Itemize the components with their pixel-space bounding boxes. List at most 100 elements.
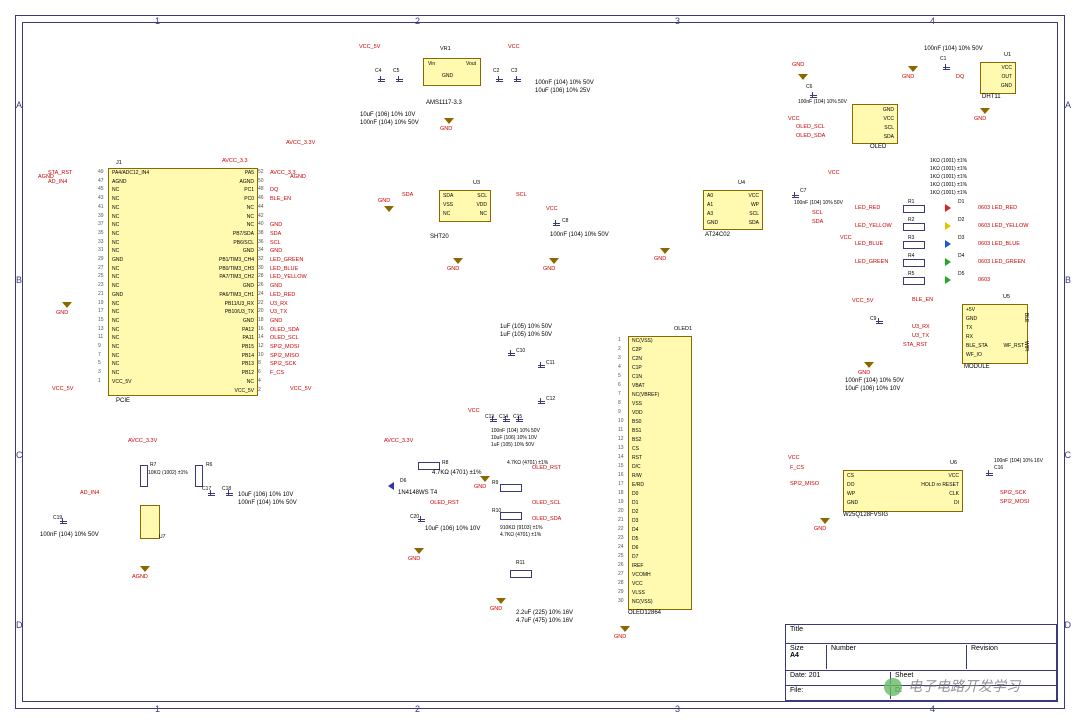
vr1-gnd-lbl: GND — [440, 126, 452, 132]
c1-ref: C1 — [940, 56, 946, 62]
r8-ref: R8 — [442, 460, 448, 466]
tb-size-l: Size — [790, 645, 804, 652]
c16 — [988, 470, 990, 476]
c9-note2: 10uF (106) 10% 10V — [845, 386, 900, 392]
u6-r2: HOLD ro RESET — [921, 482, 959, 488]
vr1-part: AMS1117-3.3 — [426, 100, 462, 106]
c8-note: 100nF (104) 10% 50V — [550, 232, 609, 238]
u7-ref: U7 — [159, 534, 165, 540]
r10-ref: R10 — [492, 508, 501, 514]
u5-side1: BLE — [1023, 313, 1029, 322]
ic-u1: VCC OUT GND — [980, 62, 1016, 94]
tb-size: A4 — [790, 652, 799, 659]
c1 — [945, 64, 947, 70]
c3-ref: C3 — [511, 68, 517, 74]
tb-date-l: Date: — [790, 672, 807, 679]
u5-n2: U3_RX — [912, 324, 930, 330]
ob-gnd3l: GND — [614, 634, 626, 640]
c8 — [555, 220, 557, 226]
u5-n3: U3_TX — [912, 333, 929, 339]
u1-gnd2-lbl: GND — [974, 116, 986, 122]
u5-gndl: GND — [858, 370, 870, 376]
vr1-vout: Vout — [466, 61, 476, 67]
ob-ref: OLED1 — [674, 326, 692, 332]
c2-ref: C2 — [493, 68, 499, 74]
R2 — [903, 223, 925, 231]
u3-ref: U3 — [473, 180, 480, 186]
oa-agnd — [140, 566, 150, 572]
j1-gndl: GND — [56, 310, 68, 316]
r11 — [510, 570, 532, 578]
u3-gnd3 — [549, 258, 559, 264]
c11-note: 1uF (105) 10% 50V — [500, 332, 552, 338]
oa-agndl: AGND — [132, 574, 148, 580]
r6 — [195, 465, 203, 487]
u4-r4: SDA — [749, 220, 759, 226]
u6-nl1: F_CS — [790, 465, 804, 471]
r8-note: 4.7KΩ (4701) ±1% — [432, 470, 481, 476]
u4-r1: VCC — [748, 193, 759, 199]
oh-gndl: GND — [792, 62, 804, 68]
u6-nr2: SPI2_MOSI — [1000, 499, 1029, 505]
c20-note: 10uF (106) 10% 10V — [425, 526, 480, 532]
u4-gnd — [660, 248, 670, 254]
c17-ref: C17 — [202, 486, 211, 492]
cap225: 2.2uF (225) 10% 16V — [516, 610, 573, 616]
c10-note: 1uF (105) 10% 50V — [500, 324, 552, 330]
c12-ref: C12 — [546, 396, 555, 402]
u5-l4: RX — [966, 334, 973, 340]
ob-gnd3 — [620, 626, 630, 632]
u4-vcc: VCC — [828, 170, 840, 176]
ob-gnd1l: GND — [474, 484, 486, 490]
c7 — [794, 192, 796, 198]
tb-date: 201 — [809, 672, 821, 679]
cap475: 4.7uF (475) 10% 16V — [516, 618, 573, 624]
u6-vcc: VCC — [788, 455, 800, 461]
c18-ref: C18 — [222, 486, 231, 492]
u5-l1: +5V — [966, 307, 975, 313]
watermark: 电子电路开发学习 — [884, 676, 1020, 696]
c6-ref: C6 — [806, 84, 812, 90]
u6-l1: CS — [847, 473, 854, 479]
j1-vcc5v-r: VCC_5V — [290, 386, 311, 392]
col-4-top: 4 — [930, 16, 935, 26]
c4-ref: C4 — [375, 68, 381, 74]
u5-ref: U5 — [1003, 294, 1010, 300]
oh-p4: SDA — [884, 134, 894, 140]
ob-gnd2l: GND — [490, 606, 502, 612]
vr1-gnd: GND — [442, 73, 453, 79]
r9-note: 4.7KΩ (4701) ±1% — [507, 460, 548, 466]
c3-note: 10uF (106) 10% 25V — [535, 88, 590, 94]
c9-ref: C9 — [870, 316, 876, 322]
u4-l3: A3 — [707, 211, 713, 217]
oh-ref: OLED — [870, 144, 886, 150]
c19-ref: C19 — [53, 515, 62, 521]
col-3-top: 3 — [675, 16, 680, 26]
c15-ref: C15 — [513, 414, 522, 420]
u6-r1: VCC — [948, 473, 959, 479]
u3-l3: NC — [443, 211, 450, 217]
j1-agnd: AGND — [38, 174, 54, 180]
d6-ref: D6 — [400, 478, 406, 484]
u6-gnd — [820, 518, 830, 524]
c19 — [62, 518, 64, 524]
u5-l5: BLE_STA — [966, 343, 988, 349]
tb-title: Title — [790, 626, 803, 642]
u3-gnd2l: GND — [447, 266, 459, 272]
u3-r2: VDD — [476, 202, 487, 208]
r9-ref: R9 — [492, 480, 498, 486]
vr1-vin: Vin — [428, 61, 435, 67]
u3-gndl: GND — [378, 198, 390, 204]
u5-part: MODULE — [964, 364, 990, 370]
u4-ref: U4 — [738, 180, 745, 186]
u3-gnd2 — [453, 258, 463, 264]
u3-scl: SCL — [516, 192, 527, 198]
oh-p3: SCL — [884, 125, 894, 131]
c7-note: 100nF (104) 10% 50V — [794, 200, 843, 206]
j1-avcc33v: AVCC_3.3V — [286, 140, 315, 146]
u7 — [140, 505, 160, 539]
u6-l4: GND — [847, 500, 858, 506]
R3 — [903, 241, 925, 249]
col-2-bot: 2 — [415, 704, 420, 714]
u5-l6: WF_IO — [966, 352, 982, 358]
